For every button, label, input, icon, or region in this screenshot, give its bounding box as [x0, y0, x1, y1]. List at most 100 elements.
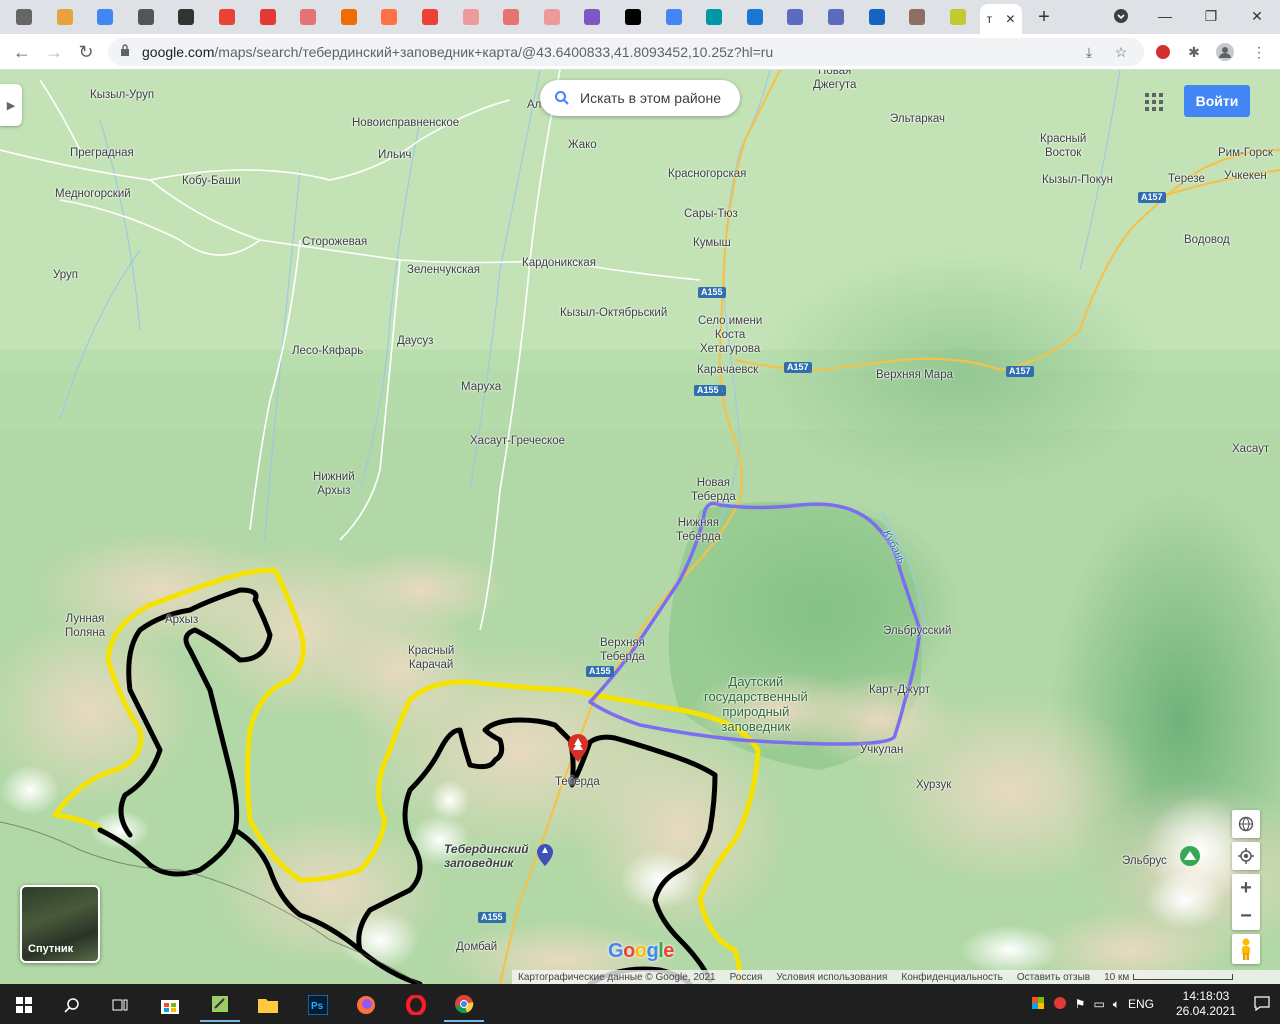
volume-icon[interactable]: 🔈︎	[1113, 997, 1120, 1012]
browser-tab[interactable]	[946, 4, 970, 30]
photoshop-icon[interactable]: Ps	[298, 988, 338, 1022]
place-label-zhako[interactable]: Жако	[568, 138, 597, 152]
my-location-icon[interactable]	[1232, 842, 1260, 870]
terms-link[interactable]: Условия использования	[776, 972, 887, 983]
close-window-icon[interactable]: ✕	[1242, 4, 1272, 28]
map-canvas[interactable]: ▶ Искать в этом районе Войти Кызыл-Уруп Н…	[0, 70, 1280, 984]
place-label-storozhevaya[interactable]: Сторожевая	[302, 235, 367, 249]
place-label-kardonikskaya[interactable]: Кардоникская	[522, 256, 596, 270]
browser-tab[interactable]	[215, 4, 239, 30]
teberda-pin-icon[interactable]	[567, 734, 589, 762]
place-label-krasny-vostok[interactable]: Красный Восток	[1040, 132, 1086, 160]
place-label-novoispravnenskoe[interactable]: Новоисправненское	[352, 116, 459, 130]
active-tab[interactable]: т ✕	[980, 4, 1022, 34]
forward-button[interactable]: →	[42, 40, 66, 64]
place-label-karachaevsk[interactable]: Карачаевск	[697, 363, 758, 377]
place-label-marukha[interactable]: Маруха	[461, 380, 501, 394]
browser-tab[interactable]	[256, 4, 280, 30]
browser-tab[interactable]	[580, 4, 604, 30]
place-label-dausuz[interactable]: Даусуз	[397, 334, 433, 348]
browser-tab[interactable]	[743, 4, 767, 30]
close-tab-icon[interactable]: ✕	[1005, 12, 1015, 26]
place-label-kyzyl-urup[interactable]: Кызыл-Уруп	[90, 88, 154, 102]
teberda-reserve-label[interactable]: Тебердинский заповедник	[444, 842, 529, 870]
feedback-link[interactable]: Оставить отзыв	[1017, 972, 1090, 983]
notifications-icon[interactable]	[1254, 995, 1270, 1014]
reload-button[interactable]: ↻	[74, 40, 98, 64]
place-label-kyzyl-oktyabrsky[interactable]: Кызыл-Октябрьский	[560, 306, 667, 320]
place-label-krasny-karachay[interactable]: Красный Карачай	[408, 644, 454, 672]
windows-start-icon[interactable]	[4, 988, 44, 1022]
place-label-novaya-dzheguta[interactable]: Новая Джегута	[813, 70, 856, 92]
place-label-khurzuk[interactable]: Хурзук	[916, 778, 951, 792]
place-label-arkhyz[interactable]: Архыз	[165, 613, 198, 627]
tab-search-icon[interactable]	[1106, 4, 1136, 28]
place-label-ilich[interactable]: Ильич	[378, 148, 411, 162]
elbrus-mountain-pin-icon[interactable]	[1180, 846, 1200, 868]
browser-tab[interactable]	[134, 4, 158, 30]
place-label-rim-gorsky[interactable]: Рим-Горск	[1218, 146, 1273, 160]
tray-opera-icon[interactable]	[1053, 996, 1067, 1013]
place-label-nizhnyaya-teberda[interactable]: Нижняя Теберда	[676, 516, 721, 544]
place-label-zelenchukskaya[interactable]: Зеленчукская	[407, 263, 480, 277]
place-label-sary-tyuz[interactable]: Сары-Тюз	[684, 207, 738, 221]
side-panel-toggle[interactable]: ▶	[0, 84, 22, 126]
browser-tab[interactable]	[93, 4, 117, 30]
browser-tab[interactable]	[702, 4, 726, 30]
place-label-nizhny-arkhyz[interactable]: Нижний Архыз	[313, 470, 355, 498]
place-label-urup[interactable]: Уруп	[53, 268, 78, 282]
satellite-layer-toggle[interactable]: Спутник	[20, 885, 100, 963]
place-label-uchkeken[interactable]: Учкекен	[1224, 169, 1267, 183]
bookmark-star-icon[interactable]: ☆	[1110, 41, 1132, 63]
place-label-kumysh[interactable]: Кумыш	[693, 236, 731, 250]
minimize-icon[interactable]: —	[1150, 4, 1180, 28]
language-indicator[interactable]: ENG	[1128, 997, 1154, 1011]
place-label-kart-dzhurt[interactable]: Карт-Джурт	[869, 683, 930, 697]
place-label-kobu-bashi[interactable]: Кобу-Баши	[182, 174, 241, 188]
search-this-area-button[interactable]: Искать в этом районе	[540, 80, 740, 116]
place-label-khasaut[interactable]: Хасаут	[1232, 442, 1269, 456]
restore-icon[interactable]: ❐	[1196, 4, 1226, 28]
browser-tab[interactable]	[540, 4, 564, 30]
browser-tab[interactable]	[174, 4, 198, 30]
place-label-elbrus[interactable]: Эльбрус	[1122, 854, 1167, 868]
browser-tab[interactable]	[905, 4, 929, 30]
google-apps-grid-icon[interactable]	[1144, 92, 1164, 112]
place-label-teberda[interactable]: Теберда	[555, 775, 600, 789]
extension-music-icon[interactable]	[1152, 41, 1174, 63]
place-label-vodovod[interactable]: Водовод	[1184, 233, 1230, 247]
file-explorer-icon[interactable]	[248, 988, 288, 1022]
globe-view-icon[interactable]	[1232, 810, 1260, 838]
daut-reserve-label[interactable]: Даутский государственный природный запов…	[704, 674, 808, 734]
taskbar-search-icon[interactable]	[52, 988, 92, 1022]
place-label-uchkulan[interactable]: Учкулан	[860, 743, 903, 757]
firefox-icon[interactable]	[346, 988, 386, 1022]
place-label-pregradnaya[interactable]: Преградная	[70, 146, 134, 160]
notepad-app-icon[interactable]	[200, 988, 240, 1022]
browser-tab[interactable]	[53, 4, 77, 30]
place-label-dombay[interactable]: Домбай	[456, 940, 497, 954]
new-tab-button[interactable]: +	[1034, 6, 1054, 28]
zoom-in-button[interactable]: +	[1232, 874, 1260, 902]
tray-flag-icon[interactable]: ⚑	[1075, 997, 1086, 1011]
install-icon[interactable]: ⤓	[1078, 41, 1100, 63]
place-label-krasnogorskaya[interactable]: Красногорская	[668, 167, 746, 181]
opera-icon[interactable]	[396, 988, 436, 1022]
place-label-mednogorsky[interactable]: Медногорский	[55, 187, 131, 201]
place-label-elbrussky[interactable]: Эльбрусский	[883, 624, 951, 638]
browser-tab[interactable]	[296, 4, 320, 30]
menu-dots-icon[interactable]: ⋮	[1248, 41, 1270, 63]
place-label-selo-kosta[interactable]: Село имени Коста Хетагурова	[698, 314, 762, 356]
browser-tab[interactable]	[621, 4, 645, 30]
browser-tab[interactable]	[377, 4, 401, 30]
place-label-verkhnyaya-mara[interactable]: Верхняя Мара	[876, 368, 953, 382]
browser-tab[interactable]	[12, 4, 36, 30]
place-label-khasaut-grecheskoe[interactable]: Хасаут-Греческое	[470, 434, 565, 448]
browser-tab[interactable]	[418, 4, 442, 30]
place-label-al[interactable]: Ал	[527, 98, 541, 112]
place-label-verkhnyaya-teberda[interactable]: Верхняя Теберда	[600, 636, 645, 664]
browser-tab[interactable]	[783, 4, 807, 30]
scale-indicator[interactable]: 10 км	[1104, 972, 1234, 983]
country-link[interactable]: Россия	[730, 972, 763, 983]
browser-tab[interactable]	[824, 4, 848, 30]
